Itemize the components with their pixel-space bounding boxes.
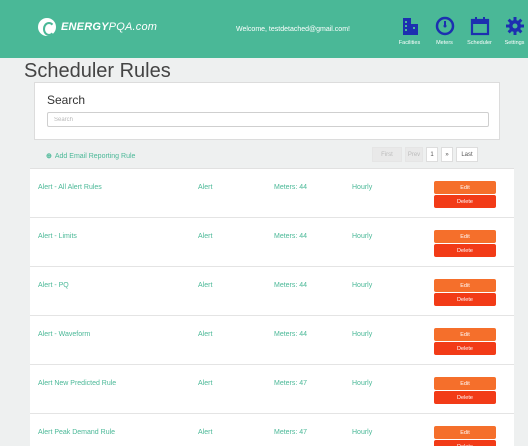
- welcome-message: Welcome, testdetached@gmail.com!: [236, 26, 350, 33]
- add-email-rule-label: Add Email Reporting Rule: [54, 152, 136, 160]
- delete-button[interactable]: Delete: [434, 440, 496, 446]
- calendar-icon: [469, 15, 491, 37]
- pager-page-1[interactable]: 1: [426, 147, 438, 162]
- table-row: Alert - All Alert Rules Alert Meters: 44…: [30, 169, 514, 218]
- table-row: Alert - Limits Alert Meters: 44 Hourly E…: [30, 218, 514, 267]
- rule-name[interactable]: Alert - PQ: [38, 281, 138, 291]
- rule-type: Alert: [198, 282, 213, 289]
- rule-frequency: Hourly: [352, 233, 373, 240]
- rule-name[interactable]: Alert New Predicted Rule: [38, 379, 138, 389]
- search-label: Search: [47, 93, 86, 107]
- table-row: Alert Peak Demand Rule Alert Meters: 47 …: [30, 414, 514, 446]
- delete-button[interactable]: Delete: [434, 342, 496, 355]
- brand-name: ENERGYPQA.com: [61, 21, 157, 33]
- rule-frequency: Hourly: [352, 331, 373, 338]
- rule-meters: Meters: 44: [274, 184, 308, 191]
- table-row: Alert New Predicted Rule Alert Meters: 4…: [30, 365, 514, 414]
- rule-meters: Meters: 47: [274, 429, 308, 436]
- edit-button[interactable]: Edit: [434, 328, 496, 341]
- rule-meters: Meters: 44: [274, 331, 308, 338]
- search-input[interactable]: [47, 112, 489, 127]
- delete-button[interactable]: Delete: [434, 293, 496, 306]
- rule-name[interactable]: Alert - Limits: [38, 232, 138, 242]
- rule-name[interactable]: Alert - All Alert Rules: [38, 183, 138, 193]
- rule-type: Alert: [198, 184, 213, 191]
- gauge-icon: [434, 15, 456, 37]
- nav-label-facilities: Facilities: [398, 40, 421, 46]
- delete-button[interactable]: Delete: [434, 195, 496, 208]
- edit-button[interactable]: Edit: [434, 426, 496, 439]
- rule-type: Alert: [198, 429, 213, 436]
- rule-name[interactable]: Alert - Waveform: [38, 330, 138, 340]
- pager-last[interactable]: Last: [456, 147, 478, 162]
- nav-label-meters: Meters: [436, 40, 453, 46]
- nav-label-scheduler: Scheduler: [467, 40, 492, 46]
- main-nav: Facilities Meters Scheduler Settings: [394, 15, 528, 46]
- page-title: Scheduler Rules: [24, 60, 171, 82]
- edit-button[interactable]: Edit: [434, 230, 496, 243]
- brand-logo[interactable]: ENERGYPQA.com: [38, 15, 157, 39]
- pagination: First Prev 1 » Last: [372, 147, 478, 162]
- rule-meters: Meters: 47: [274, 380, 308, 387]
- rule-type: Alert: [198, 380, 213, 387]
- delete-button[interactable]: Delete: [434, 391, 496, 404]
- brand-name-bold: ENERGY: [61, 21, 109, 33]
- nav-settings[interactable]: Settings: [499, 15, 528, 46]
- edit-button[interactable]: Edit: [434, 377, 496, 390]
- nav-label-settings: Settings: [504, 40, 525, 46]
- rule-type: Alert: [198, 331, 213, 338]
- brand-name-light: PQA.com: [108, 21, 158, 33]
- pager-first[interactable]: First: [372, 147, 402, 162]
- pager-prev[interactable]: Prev: [405, 147, 423, 162]
- add-email-rule-link[interactable]: ⊕ Add Email Reporting Rule: [46, 152, 136, 161]
- delete-button[interactable]: Delete: [434, 244, 496, 257]
- nav-facilities[interactable]: Facilities: [394, 15, 425, 46]
- nav-meters[interactable]: Meters: [429, 15, 460, 46]
- rules-table: Alert - All Alert Rules Alert Meters: 44…: [30, 168, 514, 446]
- table-row: Alert - Waveform Alert Meters: 44 Hourly…: [30, 316, 514, 365]
- table-row: Alert - PQ Alert Meters: 44 Hourly Edit …: [30, 267, 514, 316]
- rule-meters: Meters: 44: [274, 282, 308, 289]
- edit-button[interactable]: Edit: [434, 181, 496, 194]
- rule-frequency: Hourly: [352, 429, 373, 436]
- rule-frequency: Hourly: [352, 282, 373, 289]
- rule-meters: Meters: 44: [274, 233, 308, 240]
- search-panel: Search: [34, 82, 500, 140]
- top-header: ENERGYPQA.com Welcome, testdetached@gmai…: [0, 0, 528, 58]
- building-icon: [399, 15, 421, 37]
- gear-icon: [504, 15, 526, 37]
- edit-button[interactable]: Edit: [434, 279, 496, 292]
- rule-frequency: Hourly: [352, 380, 373, 387]
- nav-scheduler[interactable]: Scheduler: [464, 15, 495, 46]
- rule-frequency: Hourly: [352, 184, 373, 191]
- rule-type: Alert: [198, 233, 213, 240]
- energy-logo-icon: [38, 18, 56, 36]
- plus-circle-icon: ⊕: [46, 153, 52, 160]
- rule-name[interactable]: Alert Peak Demand Rule: [38, 428, 138, 438]
- pager-next[interactable]: »: [441, 147, 453, 162]
